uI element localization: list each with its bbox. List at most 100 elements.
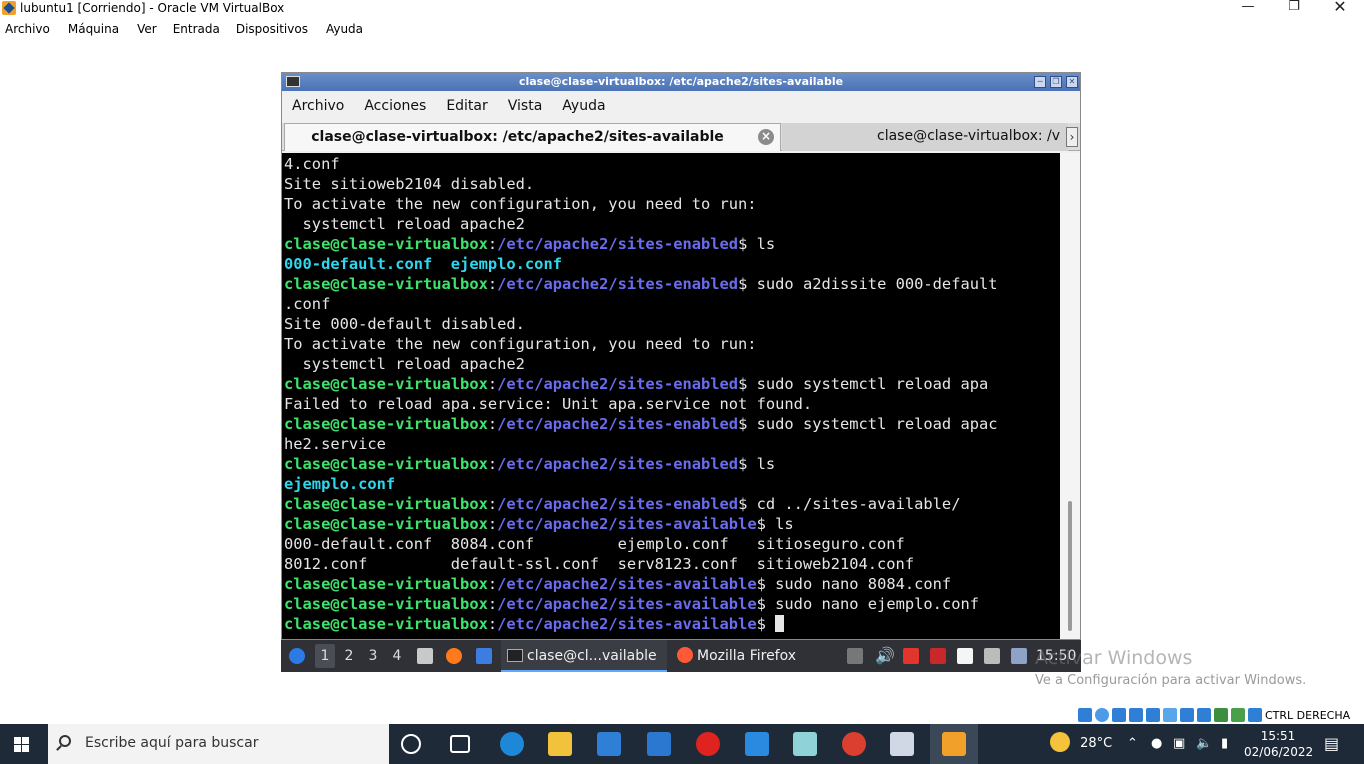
terminal-line: systemctl reload apache2 bbox=[284, 214, 998, 234]
prompt-user: clase@clase-virtualbox bbox=[284, 455, 488, 473]
task-view-icon[interactable] bbox=[450, 735, 470, 753]
terminal-maximize-button[interactable]: ❐ bbox=[1050, 76, 1062, 88]
notepad-icon[interactable] bbox=[793, 732, 817, 756]
mouse-integration-icon[interactable] bbox=[1231, 708, 1245, 722]
menu-ayuda[interactable]: Ayuda bbox=[314, 20, 369, 40]
terminal-title: clase@clase-virtualbox: /etc/apache2/sit… bbox=[518, 75, 844, 88]
optical-drive-icon[interactable] bbox=[1095, 708, 1109, 722]
terminal-lines: 4.conf Site sitioweb2104 disabled. To acti… bbox=[284, 154, 998, 634]
prompt-symbol: $ bbox=[738, 375, 748, 393]
edge-icon[interactable] bbox=[500, 732, 524, 756]
output-text: systemctl reload apache2 bbox=[284, 215, 525, 233]
host-key-icon[interactable] bbox=[1248, 708, 1262, 722]
audio-icon[interactable] bbox=[1112, 708, 1126, 722]
chrome-icon[interactable] bbox=[842, 732, 866, 756]
shared-folders-icon[interactable] bbox=[1163, 708, 1177, 722]
taskbar-clock[interactable]: 15:51 02/06/2022 bbox=[1244, 728, 1313, 760]
desktop-4[interactable]: 4 bbox=[387, 644, 407, 668]
virtualbox-manager-icon[interactable] bbox=[890, 732, 914, 756]
cortana-icon[interactable] bbox=[401, 734, 421, 754]
notifications-icon[interactable]: ▤ bbox=[1324, 724, 1339, 764]
terminal-line: 000-default.conf ejemplo.conf bbox=[284, 254, 998, 274]
tab-scroll-right-icon[interactable]: › bbox=[1066, 127, 1078, 147]
usb-icon[interactable] bbox=[1146, 708, 1160, 722]
store-icon[interactable] bbox=[597, 732, 621, 756]
task-terminal[interactable]: clase@cl...vailable bbox=[501, 640, 667, 672]
minimize-button[interactable]: — bbox=[1225, 0, 1271, 18]
tray-app-icon-2[interactable] bbox=[930, 648, 946, 664]
microphone-tray-icon[interactable]: ▮ bbox=[1221, 724, 1228, 764]
desktop-2[interactable]: 2 bbox=[339, 644, 359, 668]
recording-icon[interactable] bbox=[1197, 708, 1211, 722]
restore-button[interactable]: ❐ bbox=[1271, 0, 1317, 18]
cpu-icon[interactable] bbox=[1214, 708, 1228, 722]
file-explorer-icon[interactable] bbox=[548, 732, 572, 756]
prompt-user: clase@clase-virtualbox bbox=[284, 495, 488, 513]
terminal-line: clase@clase-virtualbox:/etc/apache2/site… bbox=[284, 594, 998, 614]
terminal-close-button[interactable]: ✕ bbox=[1066, 76, 1078, 88]
close-button[interactable]: ✕ bbox=[1317, 0, 1363, 18]
speaker-tray-icon[interactable]: 🔈 bbox=[1196, 724, 1212, 764]
terminal-title-bar[interactable]: clase@clase-virtualbox: /etc/apache2/sit… bbox=[282, 73, 1080, 91]
output-text: Site 000-default disabled. bbox=[284, 315, 525, 333]
desktop-1[interactable]: 1 bbox=[315, 644, 335, 668]
taskbar-search-box[interactable]: Escribe aquí para buscar bbox=[48, 724, 389, 764]
prompt-path: /etc/apache2/sites-available bbox=[497, 575, 757, 593]
command-text: ls bbox=[747, 235, 776, 253]
terminal-menu-editar[interactable]: Editar bbox=[436, 93, 497, 119]
desktop-3[interactable]: 3 bbox=[363, 644, 383, 668]
virtualbox-vm-taskbar-icon[interactable] bbox=[930, 724, 978, 764]
terminal-scrollbar[interactable] bbox=[1060, 153, 1080, 639]
network-icon[interactable] bbox=[984, 648, 1000, 664]
task-firefox[interactable]: Mozilla Firefox bbox=[677, 640, 827, 672]
tray-app-icon[interactable]: ● bbox=[1151, 724, 1162, 764]
terminal-minimize-button[interactable]: ─ bbox=[1034, 76, 1046, 88]
opera-icon[interactable] bbox=[696, 732, 720, 756]
terminal-menu-ayuda[interactable]: Ayuda bbox=[552, 93, 615, 119]
menu-maquina[interactable]: Máquina bbox=[56, 20, 125, 40]
terminal-tab-inactive[interactable]: clase@clase-virtualbox: /v bbox=[782, 123, 1068, 151]
prompt-path: /etc/apache2/sites-enabled bbox=[497, 375, 739, 393]
prompt-separator: : bbox=[487, 375, 498, 393]
notes-icon[interactable] bbox=[957, 648, 973, 664]
lxqt-menu-icon[interactable] bbox=[289, 648, 305, 664]
tray-app-icon-1[interactable] bbox=[903, 648, 919, 664]
command-text bbox=[766, 615, 775, 633]
terminal-line: clase@clase-virtualbox:/etc/apache2/site… bbox=[284, 414, 998, 434]
terminal-line: To activate the new configuration, you n… bbox=[284, 334, 998, 354]
hard-disk-icon[interactable] bbox=[1078, 708, 1092, 722]
prompt-user: clase@clase-virtualbox bbox=[284, 375, 488, 393]
mail-icon[interactable] bbox=[647, 732, 671, 756]
terminal-tab-active[interactable]: clase@clase-virtualbox: /etc/apache2/sit… bbox=[284, 123, 781, 151]
update-icon[interactable] bbox=[1011, 648, 1027, 664]
terminal-menu-vista[interactable]: Vista bbox=[498, 93, 553, 119]
windows-start-button[interactable] bbox=[0, 724, 44, 764]
firefox-icon[interactable] bbox=[446, 648, 462, 664]
terminal-output[interactable]: 4.conf Site sitioweb2104 disabled. To acti… bbox=[282, 153, 1060, 639]
terminal-icon bbox=[286, 76, 300, 87]
clipboard-icon[interactable] bbox=[847, 648, 863, 664]
volume-icon[interactable]: 🔊 bbox=[875, 640, 895, 672]
terminal-line: clase@clase-virtualbox:/etc/apache2/site… bbox=[284, 374, 998, 394]
scrollbar-thumb[interactable] bbox=[1068, 501, 1072, 631]
menu-dispositivos[interactable]: Dispositivos bbox=[226, 20, 314, 40]
menu-entrada[interactable]: Entrada bbox=[163, 20, 226, 40]
network-adapter-icon[interactable] bbox=[1129, 708, 1143, 722]
file-manager-icon[interactable] bbox=[417, 648, 433, 664]
terminal-line: clase@clase-virtualbox:/etc/apache2/site… bbox=[284, 494, 998, 514]
vscode-icon[interactable] bbox=[745, 732, 769, 756]
terminal-menu-acciones[interactable]: Acciones bbox=[354, 93, 436, 119]
terminal-line: clase@clase-virtualbox:/etc/apache2/site… bbox=[284, 514, 998, 534]
host-key-label: CTRL DERECHA bbox=[1265, 708, 1351, 722]
menu-archivo[interactable]: Archivo bbox=[0, 20, 56, 40]
show-desktop-icon[interactable] bbox=[476, 648, 492, 664]
terminal-menu-archivo[interactable]: Archivo bbox=[282, 93, 354, 119]
prompt-separator: : bbox=[487, 495, 498, 513]
tray-chevron-icon[interactable]: ⌃ bbox=[1127, 724, 1138, 764]
close-tab-icon[interactable]: × bbox=[758, 129, 774, 145]
weather-widget[interactable]: 28°C bbox=[1050, 724, 1112, 764]
display-icon[interactable] bbox=[1180, 708, 1194, 722]
terminal-line: clase@clase-virtualbox:/etc/apache2/site… bbox=[284, 614, 998, 634]
menu-ver[interactable]: Ver bbox=[125, 20, 163, 40]
network-tray-icon[interactable]: ▣ bbox=[1173, 724, 1185, 764]
